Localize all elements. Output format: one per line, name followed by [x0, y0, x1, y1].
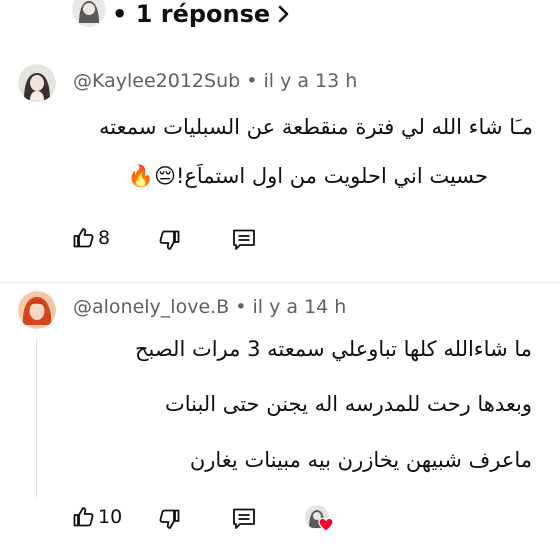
comment-meta: @alonely_love.B • il y a 14 h: [73, 296, 346, 318]
comment-meta: @Kaylee2012Sub • il y a 13 h: [73, 70, 357, 92]
reply-comment-icon: [233, 229, 255, 250]
thumbs-up-icon: [73, 507, 94, 527]
comment-text-line: حسيت اني احلويت من اول استماَع!😔🔥: [127, 164, 488, 188]
heart-icon: [318, 517, 334, 532]
comment-time: • il y a 13 h: [246, 70, 358, 92]
girl-avatar-icon: [18, 64, 56, 102]
comment-text-line: ماعرف شبيهن يخازرن بيه مبينات يغارن: [189, 448, 532, 472]
replies-count-label: • 1 réponse: [112, 0, 271, 28]
like-button[interactable]: 8: [72, 226, 110, 250]
reply-comment-icon: [233, 508, 255, 529]
like-button[interactable]: 10: [72, 505, 122, 529]
thumbs-down-icon: [159, 509, 180, 529]
avatar[interactable]: [18, 291, 56, 329]
comment-text-line: ما شاءالله كلها تباوعلي سمعته 3 مرات الص…: [134, 337, 532, 361]
creator-heart-badge: [305, 505, 335, 535]
chevron-right-icon: [276, 4, 292, 24]
comment-text-line: مـَا شاء الله لي فترة منقطعة عن السبليات…: [99, 115, 533, 139]
red-hair-avatar-icon: [18, 291, 56, 329]
reply-button[interactable]: [231, 506, 257, 536]
replies-link[interactable]: • 1 réponse: [72, 0, 292, 28]
like-count: 10: [98, 506, 123, 528]
comment-author[interactable]: @Kaylee2012Sub: [73, 70, 240, 92]
dislike-button[interactable]: [157, 228, 181, 256]
comment-text-line: وبعدها رحت للمدرسه اله يجنن حتى البنات: [164, 392, 532, 416]
reply-button[interactable]: [231, 227, 257, 257]
comment-time: • il y a 14 h: [235, 296, 347, 318]
thread-line: [36, 338, 37, 498]
comment-author[interactable]: @alonely_love.B: [73, 296, 229, 318]
thumbs-up-icon: [73, 228, 94, 248]
divider: [0, 282, 560, 283]
avatar[interactable]: [18, 64, 56, 102]
dislike-button[interactable]: [157, 507, 181, 535]
reply-avatar-icon: [72, 0, 106, 27]
like-count: 8: [98, 227, 111, 249]
thumbs-down-icon: [159, 230, 180, 250]
